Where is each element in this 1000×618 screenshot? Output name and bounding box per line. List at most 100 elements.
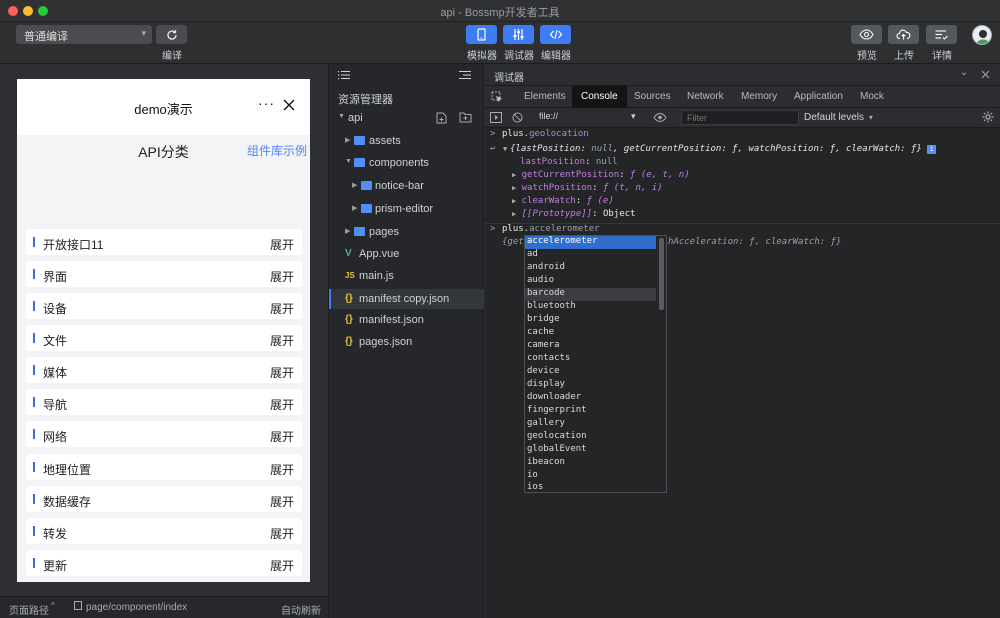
simulator-button[interactable] (466, 25, 497, 44)
autocomplete-item[interactable]: gallery (525, 418, 656, 431)
list-item[interactable]: 转发 展开 (26, 518, 302, 544)
list-icon[interactable] (338, 70, 350, 80)
autocomplete-item[interactable]: bluetooth (525, 301, 656, 314)
close-icon[interactable] (981, 70, 990, 79)
expand-toggle[interactable]: 展开 (270, 300, 294, 317)
list-item[interactable]: 数据缓存 展开 (26, 486, 302, 512)
collapse-all-icon[interactable] (459, 70, 471, 80)
new-file-icon[interactable] (436, 112, 447, 124)
details-button[interactable] (926, 25, 957, 44)
autocomplete-item[interactable]: android (525, 262, 656, 275)
tab-sources[interactable]: Sources (634, 91, 671, 102)
clear-console-icon[interactable] (512, 112, 523, 123)
list-item[interactable]: 网络 展开 (26, 421, 302, 447)
autocomplete-item[interactable]: globalEvent (525, 444, 656, 457)
page-path-label[interactable]: 页面路径 (9, 602, 49, 617)
tab-elements[interactable]: Elements (524, 91, 566, 102)
property-row[interactable]: ▶ getCurrentPosition: ƒ (e, t, n) (512, 170, 690, 180)
more-icon[interactable]: ··· (258, 95, 275, 111)
autocomplete-item[interactable]: accelerometer (525, 236, 656, 249)
list-item[interactable]: 导航 展开 (26, 389, 302, 415)
autocomplete-scrollbar[interactable] (659, 238, 664, 310)
tree-folder-prism-editor[interactable]: ▶ prism-editor (329, 199, 484, 219)
chevron-down-icon[interactable]: ⌄ (960, 67, 968, 78)
chevron-up-icon[interactable]: ^ (51, 601, 55, 610)
autocomplete-item[interactable]: camera (525, 340, 656, 353)
debugger-button[interactable] (503, 25, 534, 44)
log-levels-select[interactable]: Default levels ▾ (804, 112, 873, 123)
autocomplete-item[interactable]: bridge (525, 314, 656, 327)
expand-toggle[interactable]: 展开 (270, 493, 294, 510)
copy-icon[interactable] (74, 601, 82, 610)
expand-toggle[interactable]: 展开 (270, 525, 294, 542)
list-item[interactable]: 设备 展开 (26, 293, 302, 319)
editor-button[interactable] (540, 25, 571, 44)
accent-bar (33, 429, 35, 439)
expand-toggle[interactable]: 展开 (270, 461, 294, 478)
autocomplete-item[interactable]: ios (525, 482, 656, 495)
auto-refresh-toggle[interactable]: 自动刷新 (281, 602, 321, 617)
tab-network[interactable]: Network (687, 91, 724, 102)
tree-folder-notice-bar[interactable]: ▶ notice-bar (329, 176, 484, 196)
component-library-link[interactable]: 组件库示例 (247, 142, 307, 159)
list-item[interactable]: 地理位置 展开 (26, 454, 302, 480)
expand-toggle[interactable]: 展开 (270, 557, 294, 574)
compile-button[interactable] (156, 25, 187, 44)
expand-toggle[interactable]: 展开 (270, 396, 294, 413)
property-row[interactable]: ▶ [[Prototype]]: Object (512, 209, 635, 219)
tree-file-app-vue[interactable]: V App.vue (329, 244, 484, 264)
gear-icon[interactable] (982, 111, 994, 123)
autocomplete-item[interactable]: barcode (525, 288, 656, 301)
autocomplete-item[interactable]: ibeacon (525, 457, 656, 470)
autocomplete-item[interactable]: device (525, 366, 656, 379)
tree-folder-components[interactable]: ▼ components (329, 153, 484, 173)
autocomplete-item[interactable]: geolocation (525, 431, 656, 444)
close-icon[interactable] (283, 99, 295, 111)
sidebar-toggle-icon[interactable] (490, 112, 502, 123)
inspect-element-icon[interactable] (491, 91, 503, 103)
autocomplete-item[interactable]: ad (525, 249, 656, 262)
list-item[interactable]: 开放接口11 展开 (26, 229, 302, 255)
filter-input[interactable] (681, 110, 799, 125)
compile-mode-select[interactable]: 普通编译 ▾ (16, 25, 152, 44)
autocomplete-item[interactable]: display (525, 379, 656, 392)
eye-icon[interactable] (653, 112, 667, 123)
console-command-property: geolocation (529, 129, 589, 139)
preview-label: 预览 (857, 51, 877, 62)
info-icon[interactable]: i (927, 145, 937, 154)
tree-folder-assets[interactable]: ▶ assets (329, 131, 484, 151)
eye-icon (859, 29, 874, 40)
chevron-right-icon: ▶ (345, 137, 351, 144)
tab-memory[interactable]: Memory (741, 91, 777, 102)
expand-toggle[interactable]: 展开 (270, 268, 294, 285)
tab-application[interactable]: Application (794, 91, 843, 102)
expand-toggle[interactable]: 展开 (270, 332, 294, 349)
list-item[interactable]: 界面 展开 (26, 261, 302, 287)
tree-file-manifest-json[interactable]: {} manifest.json (329, 310, 484, 330)
context-select[interactable]: file:// ▾ (539, 111, 639, 121)
property-row[interactable]: ▶ clearWatch: ƒ (e) (512, 196, 614, 206)
tab-mock[interactable]: Mock (860, 91, 884, 102)
list-item[interactable]: 文件 展开 (26, 325, 302, 351)
property-value: ƒ (e, t, n) (630, 170, 690, 180)
tab-console[interactable]: Console (572, 86, 627, 108)
upload-button[interactable] (888, 25, 919, 44)
autocomplete-item[interactable]: cache (525, 327, 656, 340)
tree-file-manifest-copy-json[interactable]: {} manifest copy.json (329, 289, 484, 309)
preview-button[interactable] (851, 25, 882, 44)
autocomplete-item[interactable]: downloader (525, 392, 656, 405)
list-item[interactable]: 媒体 展开 (26, 357, 302, 383)
tree-folder-pages[interactable]: ▶ pages (329, 222, 484, 242)
autocomplete-item[interactable]: contacts (525, 353, 656, 366)
list-item[interactable]: 更新 展开 (26, 550, 302, 576)
expand-toggle[interactable]: 展开 (270, 364, 294, 381)
new-folder-icon[interactable] (459, 112, 472, 123)
avatar[interactable] (972, 25, 992, 45)
property-row[interactable]: ▶ watchPosition: ƒ (t, n, i) (512, 183, 663, 193)
autocomplete-item[interactable]: audio (525, 275, 656, 288)
expand-toggle[interactable]: 展开 (270, 428, 294, 445)
tree-file-main-js[interactable]: JS main.js (329, 266, 484, 286)
expand-toggle[interactable]: 展开 (270, 236, 294, 253)
tree-file-pages-json[interactable]: {} pages.json (329, 332, 484, 352)
autocomplete-item[interactable]: fingerprint (525, 405, 656, 418)
